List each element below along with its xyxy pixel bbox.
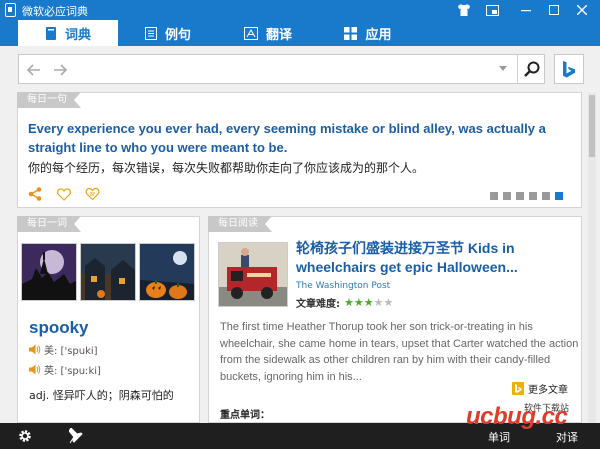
halloween-image-2: [80, 243, 136, 301]
pronunciation-us: 美: ['spuki]: [29, 342, 98, 357]
pin-icon[interactable]: [68, 428, 84, 444]
pager-dot[interactable]: [490, 192, 498, 200]
scrollbar-thumb[interactable]: [589, 95, 595, 157]
article-difficulty: 文章难度: ★ ★ ★ ★ ★: [296, 295, 393, 310]
tab-apps[interactable]: 应用: [318, 20, 418, 46]
book-icon: [45, 26, 57, 40]
history-dropdown-icon[interactable]: [499, 66, 507, 71]
search-icon: [524, 61, 540, 77]
star-empty-icon: ★: [373, 296, 384, 309]
daily-sentence-tag: 每日一句: [17, 92, 81, 108]
app-logo-icon: [5, 3, 16, 17]
halloween-image-1: [21, 243, 77, 301]
star-filled-icon: ★: [363, 296, 374, 309]
sentence-english: Every experience you ever had, every see…: [28, 121, 546, 155]
search-button[interactable]: [517, 55, 546, 83]
pager-dot-active[interactable]: [555, 192, 563, 200]
search-box: [18, 54, 545, 84]
star-filled-icon: ★: [353, 296, 364, 309]
mini-mode-icon[interactable]: [478, 0, 506, 20]
pronunciation-uk-text: 英: ['spuːki]: [44, 366, 101, 377]
pager-dot[interactable]: [516, 192, 524, 200]
minimize-icon[interactable]: [512, 0, 540, 20]
heart-chat-icon[interactable]: [84, 186, 100, 202]
bing-button[interactable]: [554, 54, 584, 84]
translate-icon: [243, 26, 258, 40]
pager-dot[interactable]: [503, 192, 511, 200]
tab-label: 词典: [64, 27, 91, 43]
app-title: 微软必应词典: [22, 5, 88, 18]
tab-label: 例句: [164, 27, 191, 43]
article-source: The Washington Post: [296, 281, 391, 291]
search-input[interactable]: [95, 59, 491, 81]
pager-dot[interactable]: [529, 192, 537, 200]
star-empty-icon: ★: [383, 296, 394, 309]
pager-dot[interactable]: [542, 192, 550, 200]
word-of-day-tag: 每日一词: [17, 216, 81, 232]
close-icon[interactable]: [568, 0, 596, 20]
article-image[interactable]: [218, 242, 288, 307]
bing-small-icon: [512, 382, 524, 395]
share-icon[interactable]: [27, 186, 43, 202]
pronunciation-uk: 英: ['spuːki]: [29, 362, 101, 377]
article-excerpt: The first time Heather Thorup took her s…: [220, 321, 579, 383]
shirt-icon[interactable]: [450, 0, 478, 20]
tab-bar: 词典 例句 翻译 应用: [0, 20, 600, 46]
speaker-icon[interactable]: [29, 364, 41, 375]
difficulty-label: 文章难度:: [296, 299, 340, 310]
tab-label: 翻译: [265, 27, 292, 43]
site-watermark: ucbug.cc 软件下载站: [466, 399, 596, 433]
more-articles-label: 更多文章: [528, 385, 568, 396]
daily-sentence-panel: 每日一句 Every experience you ever had, ever…: [17, 92, 582, 208]
daily-reading-panel: 每日阅读 轮椅孩子们盛装进接万圣节 Kids in wheelchairs ge…: [208, 216, 582, 423]
forward-arrow-icon[interactable]: [51, 61, 69, 79]
difficulty-stars: ★ ★ ★ ★ ★: [344, 296, 393, 309]
sentence-pager: [490, 192, 563, 200]
title-bar: 微软必应词典: [0, 0, 600, 20]
tab-dictionary[interactable]: 词典: [18, 20, 118, 46]
daily-reading-tag: 每日阅读: [208, 216, 272, 232]
halloween-image-3: [139, 243, 195, 301]
word-of-day-panel: 每日一词 spooky 美: ['spuki] 英: ['spuːki] adj…: [17, 216, 200, 423]
tab-examples[interactable]: 例句: [118, 20, 218, 46]
pronunciation-us-text: 美: ['spuki]: [44, 346, 98, 357]
star-filled-icon: ★: [344, 296, 354, 309]
maximize-icon[interactable]: [540, 0, 568, 20]
tab-translate[interactable]: 翻译: [218, 20, 318, 46]
speaker-icon[interactable]: [29, 344, 41, 355]
apps-icon: [344, 26, 358, 40]
bing-logo-icon: [563, 60, 575, 78]
watermark-subtitle: 软件下载站: [524, 404, 570, 414]
key-words-label: 重点单词：: [220, 410, 270, 421]
sentence-chinese: 你的每个经历，每次错误，每次失败都帮助你走向了你应该成为的那个人。: [28, 161, 425, 175]
word-headword[interactable]: spooky: [29, 318, 89, 338]
word-definition: adj. 怪异吓人的；阴森可怕的: [29, 389, 174, 402]
document-icon: [144, 26, 157, 40]
favorite-heart-icon[interactable]: [56, 186, 72, 202]
more-articles-link[interactable]: 更多文章: [512, 381, 568, 396]
tab-label: 应用: [365, 27, 392, 43]
back-arrow-icon[interactable]: [25, 61, 43, 79]
settings-gear-icon[interactable]: [17, 428, 33, 444]
article-title[interactable]: 轮椅孩子们盛装进接万圣节 Kids in wheelchairs get epi…: [296, 239, 591, 277]
